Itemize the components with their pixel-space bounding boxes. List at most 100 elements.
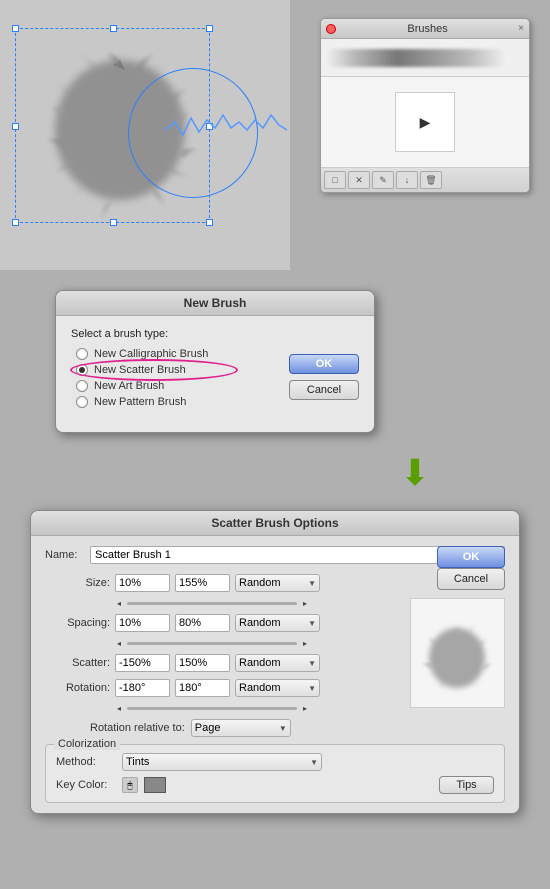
- handle-tl[interactable]: [12, 25, 19, 32]
- canvas-area: ×: [0, 0, 290, 270]
- radio-btn-art[interactable]: [76, 380, 88, 392]
- brushes-title: Brushes: [339, 23, 516, 35]
- colorization-method-row: Method: Tints ▼: [56, 753, 494, 771]
- scatter-cancel-btn[interactable]: Cancel: [437, 568, 505, 590]
- new-brush-dialog: New Brush Select a brush type: New Calli…: [55, 290, 375, 433]
- brushes-tab-x[interactable]: ×: [518, 23, 524, 34]
- radio-btn-scatter[interactable]: [76, 364, 88, 376]
- method-value: Tints: [126, 756, 149, 768]
- tri-left2: ◂: [117, 639, 121, 648]
- scatter-rotation-dropdown[interactable]: Random ▼: [235, 679, 320, 697]
- scatter-ok-btn[interactable]: OK: [437, 546, 505, 568]
- key-color-row: Key Color: 🖱 Tips: [56, 776, 494, 794]
- scatter-brush-preview: [410, 598, 505, 708]
- scatter-scatter-input1[interactable]: [115, 654, 170, 672]
- brushes-titlebar: Brushes ×: [321, 19, 529, 39]
- scatter-size-row: Size: Random ▼: [45, 574, 505, 592]
- brushes-delete-btn[interactable]: ✕: [348, 171, 370, 189]
- brushes-panel: Brushes × ▶ □ ✕ ✎ ↓ 🗑: [320, 18, 530, 193]
- scatter-spacing-input2[interactable]: [175, 614, 230, 632]
- brushes-content: ▶: [321, 77, 529, 167]
- rotation-relative-dropdown[interactable]: Page ▼: [191, 719, 291, 737]
- scatter-preview-svg: [415, 603, 500, 703]
- scatter-spacing-label: Spacing:: [45, 617, 110, 629]
- scatter-size-dropdown[interactable]: Random ▼: [235, 574, 320, 592]
- brush-type-label: Select a brush type:: [71, 328, 359, 340]
- method-dropdown[interactable]: Tints ▼: [122, 753, 322, 771]
- scatter-scatter-dropdown-arrow: ▼: [308, 659, 316, 668]
- radio-label-scatter: New Scatter Brush: [94, 364, 186, 376]
- scatter-rotation-track[interactable]: [127, 707, 297, 710]
- brushes-close-btn[interactable]: [326, 24, 336, 34]
- brushes-export-btn[interactable]: 🗑: [420, 171, 442, 189]
- scatter-scatter-dropdown[interactable]: Random ▼: [235, 654, 320, 672]
- scatter-size-track[interactable]: [127, 602, 297, 605]
- tips-btn[interactable]: Tips: [439, 776, 494, 794]
- new-brush-ok-btn[interactable]: OK: [289, 354, 359, 374]
- scatter-spacing-dropdown-arrow: ▼: [308, 619, 316, 628]
- scatter-scatter-label: Scatter:: [45, 657, 110, 669]
- brush-thumbnail[interactable]: ▶: [395, 92, 455, 152]
- new-brush-dialog-body: Select a brush type: New Calligraphic Br…: [56, 316, 374, 417]
- radio-btn-pattern[interactable]: [76, 396, 88, 408]
- brushes-preview-row: [321, 39, 529, 77]
- radio-label-pattern: New Pattern Brush: [94, 396, 186, 408]
- down-arrow: ⬇: [400, 455, 430, 491]
- tri-right3: ▸: [303, 704, 307, 713]
- eyedropper-symbol: 🖱: [127, 780, 132, 791]
- rotation-relative-row: Rotation relative to: Page ▼: [90, 719, 505, 737]
- scatter-spacing-track[interactable]: [127, 642, 297, 645]
- handle-lm[interactable]: [12, 123, 19, 130]
- handle-bm[interactable]: [110, 219, 117, 226]
- tri-left3: ◂: [117, 704, 121, 713]
- tri-left: ◂: [117, 599, 121, 608]
- scatter-rotation-label: Rotation:: [45, 682, 110, 694]
- rotation-relative-label: Rotation relative to:: [90, 722, 185, 734]
- handle-tr[interactable]: [206, 25, 213, 32]
- scatter-size-input2[interactable]: [175, 574, 230, 592]
- radio-label-calligraphic: New Calligraphic Brush: [94, 348, 208, 360]
- scatter-size-label: Size:: [45, 577, 110, 589]
- scatter-spacing-dropdown[interactable]: Random ▼: [235, 614, 320, 632]
- scatter-dialog-body: OK Cancel Name:: [31, 536, 519, 813]
- brushes-import-btn[interactable]: ↓: [396, 171, 418, 189]
- scatter-brush-dialog: Scatter Brush Options OK Cancel: [30, 510, 520, 814]
- new-brush-dialog-buttons: OK Cancel: [289, 354, 359, 400]
- eyedropper-icon[interactable]: 🖱: [122, 777, 138, 793]
- scatter-spacing-dropdown-value: Random: [239, 617, 281, 629]
- tri-right2: ▸: [303, 639, 307, 648]
- scatter-name-label: Name:: [45, 549, 85, 561]
- brushes-new-btn[interactable]: □: [324, 171, 346, 189]
- key-color-swatch[interactable]: [144, 777, 166, 793]
- scatter-rotation-input1[interactable]: [115, 679, 170, 697]
- scatter-spacing-input1[interactable]: [115, 614, 170, 632]
- jagged-line-svg: [165, 100, 290, 160]
- scatter-rotation-dropdown-value: Random: [239, 682, 281, 694]
- cursor-icon: ▶: [420, 114, 431, 131]
- scatter-rotation-dropdown-arrow: ▼: [308, 684, 316, 693]
- handle-br[interactable]: [206, 219, 213, 226]
- method-dropdown-arrow: ▼: [310, 758, 318, 767]
- brushes-toolbar: □ ✕ ✎ ↓ 🗑: [321, 167, 529, 192]
- scatter-size-dropdown-value: Random: [239, 577, 281, 589]
- new-brush-cancel-btn[interactable]: Cancel: [289, 380, 359, 400]
- tri-right: ▸: [303, 599, 307, 608]
- rotation-relative-dropdown-arrow: ▼: [279, 724, 287, 733]
- radio-label-art: New Art Brush: [94, 380, 164, 392]
- colorization-legend: Colorization: [54, 738, 120, 750]
- rotation-relative-value: Page: [195, 722, 221, 734]
- scatter-dialog-title: Scatter Brush Options: [31, 511, 519, 536]
- key-color-label: Key Color:: [56, 779, 116, 791]
- scatter-size-dropdown-arrow: ▼: [308, 579, 316, 588]
- handle-bl[interactable]: [12, 219, 19, 226]
- scatter-scatter-input2[interactable]: [175, 654, 230, 672]
- method-label: Method:: [56, 756, 116, 768]
- brushes-options-btn[interactable]: ✎: [372, 171, 394, 189]
- scatter-size-input1[interactable]: [115, 574, 170, 592]
- new-brush-dialog-title: New Brush: [56, 291, 374, 316]
- colorization-group: Colorization Method: Tints ▼ Key Color: …: [45, 744, 505, 803]
- radio-btn-calligraphic[interactable]: [76, 348, 88, 360]
- scatter-rotation-input2[interactable]: [175, 679, 230, 697]
- scatter-scatter-dropdown-value: Random: [239, 657, 281, 669]
- handle-tm[interactable]: [110, 25, 117, 32]
